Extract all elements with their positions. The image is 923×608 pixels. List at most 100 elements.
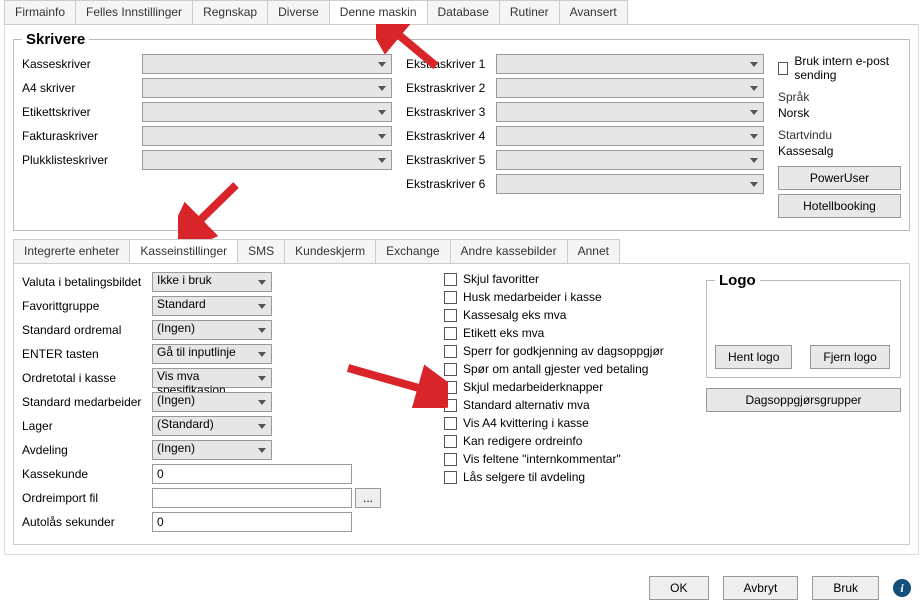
setting-check-label: Skjul medarbeiderknapper xyxy=(463,380,603,394)
printer-select[interactable] xyxy=(496,102,764,122)
printer-label: Ekstraskriver 6 xyxy=(406,177,496,191)
setting-select[interactable]: (Ingen) xyxy=(152,320,272,340)
setting-label: Autolås sekunder xyxy=(22,515,152,529)
setting-checkbox[interactable] xyxy=(444,273,457,286)
printer-label: Ekstraskriver 3 xyxy=(406,105,496,119)
setting-checkbox[interactable] xyxy=(444,345,457,358)
printer-select[interactable] xyxy=(142,78,392,98)
bruk-button[interactable]: Bruk xyxy=(812,576,879,600)
printer-select[interactable] xyxy=(142,150,392,170)
printer-select[interactable] xyxy=(496,174,764,194)
setting-select[interactable]: Vis mva spesifikasjon xyxy=(152,368,272,388)
printer-label: Kasseskriver xyxy=(22,57,142,71)
mid-tab-exchange[interactable]: Exchange xyxy=(375,239,450,263)
setting-checkbox[interactable] xyxy=(444,363,457,376)
top-tab-felles-innstillinger[interactable]: Felles Innstillinger xyxy=(75,0,193,24)
setting-check-label: Kassesalg eks mva xyxy=(463,308,566,322)
top-tab-regnskap[interactable]: Regnskap xyxy=(192,0,268,24)
sprak-label: Språk xyxy=(778,90,901,104)
setting-select[interactable]: (Standard) xyxy=(152,416,272,436)
mid-tab-sms[interactable]: SMS xyxy=(237,239,285,263)
setting-checkbox[interactable] xyxy=(444,327,457,340)
setting-checkbox[interactable] xyxy=(444,399,457,412)
top-tab-denne-maskin[interactable]: Denne maskin xyxy=(329,0,428,24)
setting-select[interactable]: Gå til inputlinje xyxy=(152,344,272,364)
setting-checkbox[interactable] xyxy=(444,381,457,394)
setting-check-label: Husk medarbeider i kasse xyxy=(463,290,602,304)
setting-check-label: Etikett eks mva xyxy=(463,326,544,340)
printer-label: Plukklisteskriver xyxy=(22,153,142,167)
printer-select[interactable] xyxy=(496,126,764,146)
setting-select[interactable]: Ikke i bruk xyxy=(152,272,272,292)
printer-select[interactable] xyxy=(496,150,764,170)
poweruser-button[interactable]: PowerUser xyxy=(778,166,901,190)
printer-select[interactable] xyxy=(496,54,764,74)
setting-label: Ordretotal i kasse xyxy=(22,371,152,385)
printer-label: Ekstraskriver 1 xyxy=(406,57,496,71)
dagsoppgjorsgrupper-button[interactable]: Dagsoppgjørsgrupper xyxy=(706,388,901,412)
avbryt-button[interactable]: Avbryt xyxy=(723,576,799,600)
setting-select[interactable]: (Ingen) xyxy=(152,440,272,460)
startvindu-label: Startvindu xyxy=(778,128,901,142)
setting-label: Favorittgruppe xyxy=(22,299,152,313)
setting-check-label: Vis feltene "internkommentar" xyxy=(463,452,621,466)
setting-label: Kassekunde xyxy=(22,467,152,481)
hotellbooking-button[interactable]: Hotellbooking xyxy=(778,194,901,218)
setting-label: Standard medarbeider xyxy=(22,395,152,409)
top-tab-diverse[interactable]: Diverse xyxy=(267,0,330,24)
printer-label: Fakturaskriver xyxy=(22,129,142,143)
printer-select[interactable] xyxy=(142,102,392,122)
setting-check-label: Skjul favoritter xyxy=(463,272,539,286)
fjern-logo-button[interactable]: Fjern logo xyxy=(810,345,889,369)
setting-input[interactable] xyxy=(152,488,352,508)
setting-check-label: Kan redigere ordreinfo xyxy=(463,434,582,448)
mid-tab-integrerte-enheter[interactable]: Integrerte enheter xyxy=(13,239,130,263)
setting-check-label: Sperr for godkjenning av dagsoppgjør xyxy=(463,344,664,358)
setting-label: Lager xyxy=(22,419,152,433)
epost-label: Bruk intern e-post sending xyxy=(794,54,901,82)
printer-label: A4 skriver xyxy=(22,81,142,95)
ok-button[interactable]: OK xyxy=(649,576,708,600)
setting-label: Standard ordremal xyxy=(22,323,152,337)
printer-select[interactable] xyxy=(142,126,392,146)
printer-label: Ekstraskriver 2 xyxy=(406,81,496,95)
mid-tab-kasseinstillinger[interactable]: Kasseinstillinger xyxy=(129,239,238,263)
printer-select[interactable] xyxy=(142,54,392,74)
setting-checkbox[interactable] xyxy=(444,453,457,466)
setting-input[interactable] xyxy=(152,512,352,532)
browse-button[interactable]: ... xyxy=(355,488,381,508)
setting-check-label: Vis A4 kvittering i kasse xyxy=(463,416,589,430)
mid-tabs: Integrerte enheterKasseinstillingerSMSKu… xyxy=(13,239,910,264)
kasseinstillinger-panel: Valuta i betalingsbildetIkke i brukFavor… xyxy=(13,264,910,545)
mid-tab-annet[interactable]: Annet xyxy=(567,239,620,263)
top-tab-rutiner[interactable]: Rutiner xyxy=(499,0,560,24)
printer-label: Ekstraskriver 4 xyxy=(406,129,496,143)
setting-check-label: Lås selgere til avdeling xyxy=(463,470,585,484)
setting-select[interactable]: (Ingen) xyxy=(152,392,272,412)
setting-checkbox[interactable] xyxy=(444,309,457,322)
setting-check-label: Standard alternativ mva xyxy=(463,398,590,412)
printer-select[interactable] xyxy=(496,78,764,98)
epost-checkbox[interactable] xyxy=(778,62,788,75)
setting-checkbox[interactable] xyxy=(444,291,457,304)
skrivere-fieldset: Skrivere KasseskriverA4 skriverEtikettsk… xyxy=(13,31,910,231)
mid-tab-andre-kassebilder[interactable]: Andre kassebilder xyxy=(450,239,568,263)
setting-input[interactable] xyxy=(152,464,352,484)
startvindu-select[interactable]: Kassesalg xyxy=(778,144,901,158)
top-tab-firmainfo[interactable]: Firmainfo xyxy=(4,0,76,24)
setting-label: Ordreimport fil xyxy=(22,491,152,505)
setting-label: Valuta i betalingsbildet xyxy=(22,275,152,289)
setting-checkbox[interactable] xyxy=(444,435,457,448)
top-tab-avansert[interactable]: Avansert xyxy=(559,0,628,24)
hent-logo-button[interactable]: Hent logo xyxy=(715,345,792,369)
info-icon[interactable]: i xyxy=(893,579,911,597)
setting-checkbox[interactable] xyxy=(444,471,457,484)
logo-fieldset: Logo Hent logo Fjern logo xyxy=(706,272,901,378)
sprak-select[interactable]: Norsk xyxy=(778,106,901,120)
setting-label: Avdeling xyxy=(22,443,152,457)
mid-tab-kundeskjerm[interactable]: Kundeskjerm xyxy=(284,239,376,263)
top-tab-database[interactable]: Database xyxy=(427,0,500,24)
setting-select[interactable]: Standard xyxy=(152,296,272,316)
setting-checkbox[interactable] xyxy=(444,417,457,430)
skrivere-legend: Skrivere xyxy=(22,31,89,48)
